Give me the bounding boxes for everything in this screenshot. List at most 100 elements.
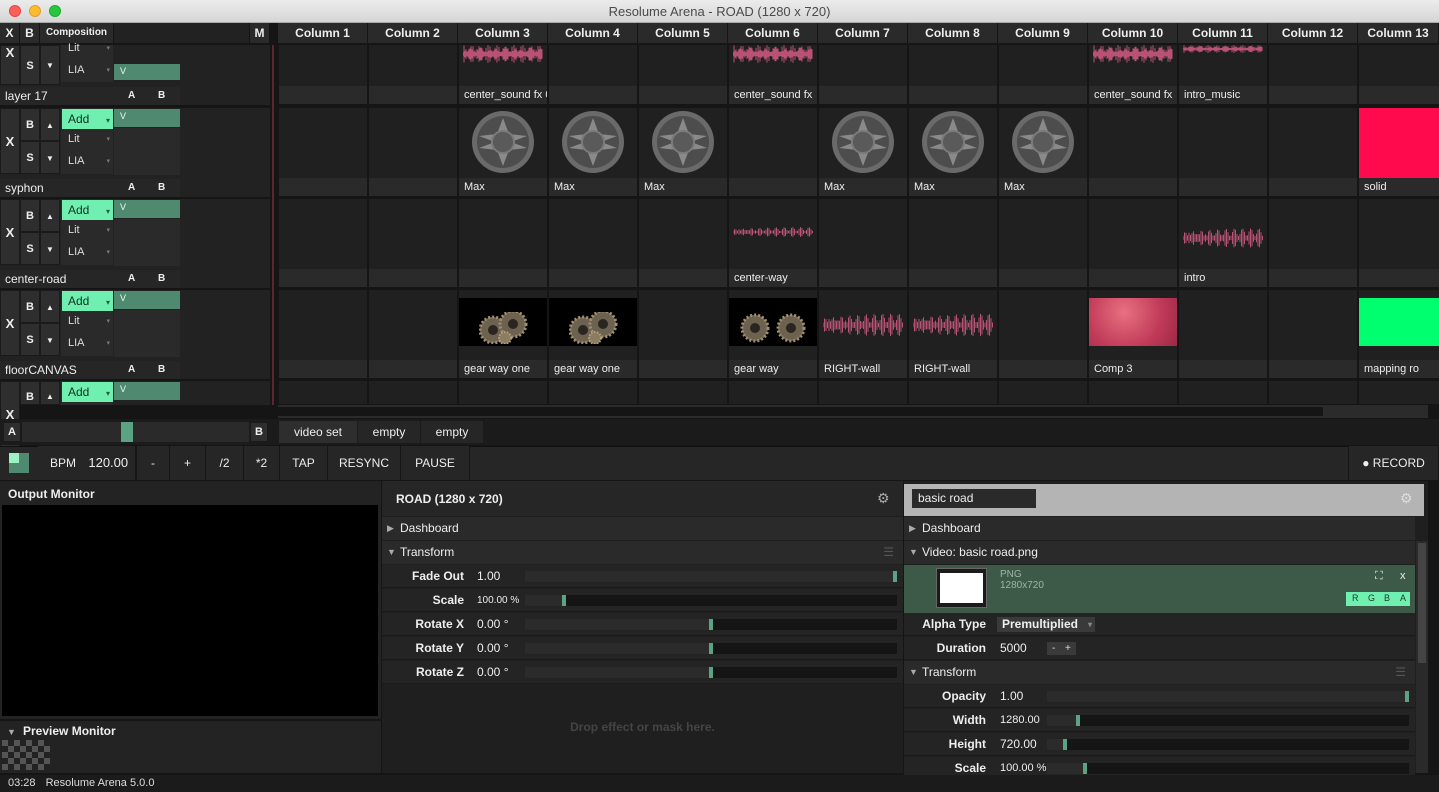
composition-button[interactable]: Composition <box>40 23 114 43</box>
layer-bypass-button[interactable]: B <box>20 199 40 232</box>
clip-slot[interactable]: Max <box>819 108 907 196</box>
layer-crossfade-b-button[interactable]: B <box>158 179 166 197</box>
layer-crossfade-b-button[interactable]: B <box>158 270 166 288</box>
param-value[interactable]: 0.00 ° <box>477 637 509 660</box>
clip-slot[interactable] <box>639 290 727 378</box>
param-slider[interactable] <box>525 667 897 678</box>
clip-slot[interactable]: gear way one <box>459 290 547 378</box>
blend-option-lia[interactable]: LIA <box>62 64 113 82</box>
layer-video-opacity-slider[interactable]: V <box>114 109 180 127</box>
param-slider-handle[interactable] <box>1082 763 1087 774</box>
column-header-9[interactable]: Column 9 <box>998 23 1088 43</box>
blend-option-lit[interactable]: Lit <box>62 42 113 60</box>
clip-slot[interactable] <box>999 381 1087 404</box>
clip-slot[interactable] <box>1179 290 1267 378</box>
layer-video-opacity-slider[interactable]: V <box>114 291 180 309</box>
clip-slot[interactable] <box>819 199 907 287</box>
clip-slot[interactable] <box>549 199 637 287</box>
column-header-2[interactable]: Column 2 <box>368 23 458 43</box>
clip-slot[interactable] <box>1269 381 1357 404</box>
column-header-1[interactable]: Column 1 <box>278 23 368 43</box>
deck-tab-1[interactable]: video set <box>279 421 357 443</box>
clip-slot[interactable] <box>279 290 367 378</box>
param-slider-handle[interactable] <box>893 571 897 582</box>
layer-clear-button[interactable]: X <box>0 199 20 265</box>
layer-solo-button[interactable]: S <box>20 141 40 174</box>
channel-a-toggle[interactable]: A <box>1400 593 1406 603</box>
param-value[interactable]: 1.00 <box>477 565 500 588</box>
transport-tap-button[interactable]: TAP <box>280 446 328 480</box>
clip-slot[interactable] <box>819 381 907 404</box>
clip-grid-scrollbar[interactable] <box>278 405 1428 418</box>
layer-move-up-button[interactable]: ▲ <box>40 199 60 232</box>
composition-m-button[interactable]: M <box>250 23 270 43</box>
scrollbar-thumb[interactable] <box>278 407 1323 416</box>
clip-slot[interactable] <box>279 199 367 287</box>
layer-crossfade-a-button[interactable]: A <box>128 179 136 197</box>
clip-slot[interactable]: Max <box>999 108 1087 196</box>
blend-option-lit[interactable]: Lit <box>62 133 113 151</box>
clip-slot[interactable] <box>1089 381 1177 404</box>
channel-r-toggle[interactable]: R <box>1352 593 1359 603</box>
blend-mode-dropdown[interactable]: Add <box>62 200 113 222</box>
clip-slot[interactable]: Max <box>639 108 727 196</box>
blend-option-lit[interactable]: Lit <box>62 315 113 333</box>
column-header-13[interactable]: Column 13 <box>1358 23 1439 43</box>
blend-mode-dropdown[interactable]: Add <box>62 382 113 404</box>
param-slider[interactable] <box>1047 691 1409 702</box>
layer-bypass-button[interactable]: B <box>20 290 40 323</box>
crossfader-b-button[interactable]: B <box>250 422 268 442</box>
param-slider-handle[interactable] <box>561 595 566 606</box>
duration-value[interactable]: 5000 <box>1000 637 1027 660</box>
clip-slot[interactable] <box>1359 381 1439 404</box>
layer-crossfade-b-button[interactable]: B <box>158 87 166 105</box>
blend-option-lia[interactable]: LIA <box>62 337 113 355</box>
layer-name[interactable]: syphon <box>0 179 114 197</box>
clip-slot[interactable] <box>279 381 367 404</box>
param-slider[interactable] <box>1047 739 1409 750</box>
clip-slot[interactable]: center_sound fx <box>729 45 817 104</box>
blend-option-lit[interactable]: Lit <box>62 224 113 242</box>
layer-solo-button[interactable]: S <box>20 232 40 265</box>
composition-dashboard-section[interactable]: ▶ Dashboard <box>382 517 903 540</box>
layer-clear-button[interactable]: X <box>0 290 20 356</box>
transport-resync-button[interactable]: RESYNC <box>328 446 401 480</box>
clip-slot[interactable] <box>1089 108 1177 196</box>
transport-half-button[interactable]: /2 <box>206 446 244 480</box>
param-slider-handle[interactable] <box>709 643 713 654</box>
crossfader-a-button[interactable]: A <box>3 422 21 442</box>
transport-double-button[interactable]: *2 <box>244 446 280 480</box>
clear-all-button[interactable]: X <box>0 23 20 43</box>
clip-slot[interactable]: Comp 3 <box>1089 290 1177 378</box>
column-header-11[interactable]: Column 11 <box>1178 23 1268 43</box>
clip-slot[interactable]: RIGHT-wall <box>819 290 907 378</box>
channel-b-toggle[interactable]: B <box>1384 593 1390 603</box>
layer-video-opacity-slider[interactable]: V <box>114 382 180 400</box>
layer-clear-button[interactable]: X <box>0 45 20 85</box>
clip-slot[interactable] <box>459 199 547 287</box>
clip-slot[interactable] <box>1179 381 1267 404</box>
duration-stepper[interactable]: - + <box>1047 642 1076 655</box>
clip-slot[interactable]: intro_music <box>1179 45 1267 104</box>
param-value[interactable]: 0.00 ° <box>477 613 509 636</box>
param-value[interactable]: 720.00 <box>1000 733 1037 756</box>
transport-minus-button[interactable]: - <box>136 446 170 480</box>
clip-slot[interactable] <box>459 381 547 404</box>
bpm-display[interactable]: BPM 120.00 <box>38 446 136 480</box>
clip-slot[interactable]: gear way one <box>549 290 637 378</box>
composition-transform-section[interactable]: ▼ Transform ☰ <box>382 541 903 564</box>
close-source-icon[interactable]: x <box>1400 570 1406 582</box>
clip-video-section[interactable]: ▼ Video: basic road.png <box>904 541 1415 564</box>
gear-icon[interactable]: ⚙ <box>877 490 890 507</box>
param-value[interactable]: 100.00 % <box>477 589 519 612</box>
param-slider[interactable] <box>1047 763 1409 774</box>
alpha-type-dropdown[interactable]: Premultiplied ▾ <box>997 617 1095 632</box>
clip-slot[interactable]: intro <box>1179 199 1267 287</box>
layer-name[interactable]: center-road <box>0 270 114 288</box>
layer-move-down-button[interactable]: ▼ <box>40 141 60 174</box>
clip-slot[interactable]: Max <box>459 108 547 196</box>
clip-slot[interactable] <box>909 381 997 404</box>
collapse-triangle-icon[interactable]: ▼ <box>7 727 16 737</box>
layer-bypass-button[interactable]: B <box>20 108 40 141</box>
layer-move-down-button[interactable]: ▼ <box>40 323 60 356</box>
